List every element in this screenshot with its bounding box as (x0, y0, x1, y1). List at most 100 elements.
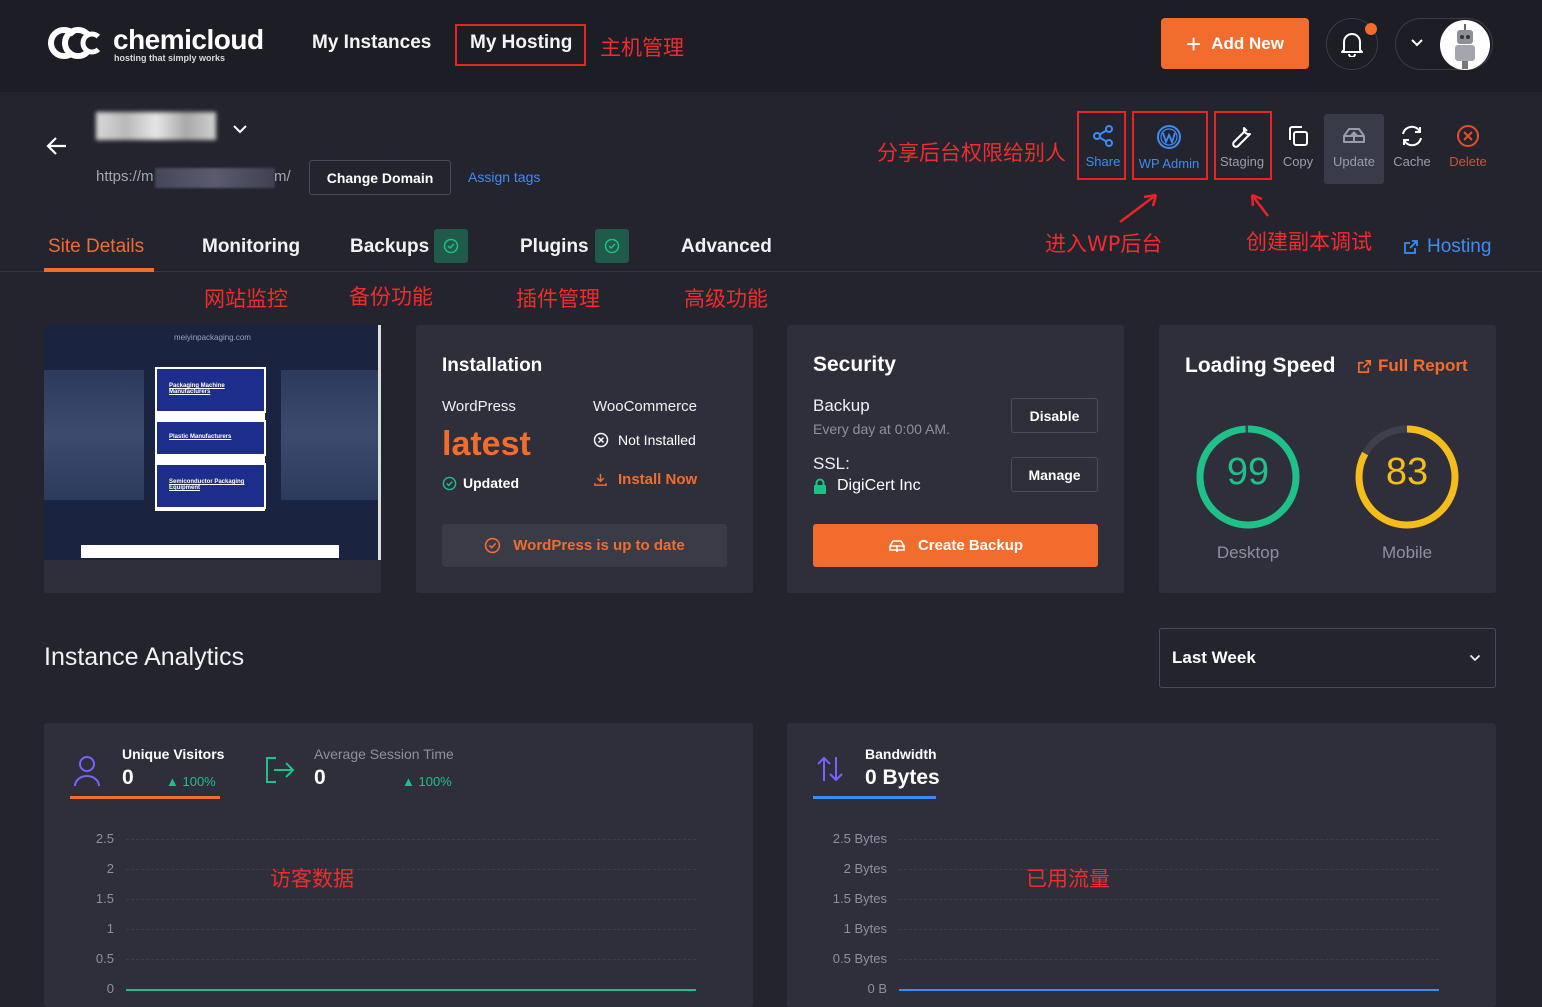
visitors-y-tick-label: 1 (106, 921, 114, 936)
preview-link: Packaging Machine Manufacturers (155, 367, 266, 413)
nav-my-hosting[interactable]: My Hosting (470, 32, 572, 54)
copy-icon (1289, 126, 1308, 146)
install-woocommerce-link[interactable]: Install Now (593, 471, 697, 488)
woocommerce-status-label: Not Installed (618, 432, 696, 448)
loading-speed-card: Loading Speed Full Report 99 Desktop 83 … (1159, 325, 1496, 593)
visitors-y-tick-label: 2.5 (95, 831, 114, 846)
cache-button[interactable]: Cache (1384, 114, 1440, 184)
site-url-suffix[interactable]: m/ (274, 168, 291, 185)
desktop-score: 99 (1226, 451, 1270, 493)
bandwidth-y-tick-label: 1.5 Bytes (832, 891, 887, 906)
assign-tags-link[interactable]: Assign tags (468, 169, 540, 185)
hosting-link[interactable]: Hosting (1403, 236, 1491, 258)
unique-visitors-label: Unique Visitors (122, 746, 225, 762)
woocommerce-label: WooCommerce (593, 398, 697, 415)
preview-link: Plastic Manufacturers (155, 420, 266, 456)
mobile-label: Mobile (1381, 543, 1433, 562)
disable-backup-button[interactable]: Disable (1011, 398, 1098, 433)
site-switcher-chevron-icon[interactable] (232, 122, 248, 140)
visitors-gridline (126, 959, 696, 960)
full-report-link[interactable]: Full Report (1357, 356, 1468, 376)
annotation-monitoring: 网站监控 (204, 287, 288, 311)
update-button[interactable]: Update (1324, 114, 1384, 184)
site-url-prefix[interactable]: https://m (96, 168, 154, 185)
tab-backups[interactable]: Backups (350, 236, 429, 258)
tabs-divider (0, 271, 1542, 272)
check-circle-icon (443, 238, 459, 254)
notification-dot (1365, 23, 1377, 35)
annotation-box-staging (1214, 111, 1272, 180)
account-menu-button[interactable] (1395, 18, 1493, 70)
wordpress-up-to-date-button[interactable]: WordPress is up to date (442, 524, 727, 567)
site-url-blurred (155, 168, 275, 188)
ssl-provider-label: DigiCert Inc (837, 477, 921, 494)
update-label: Update (1333, 154, 1375, 169)
bandwidth-gridline (899, 929, 1439, 930)
bell-icon (1341, 33, 1363, 57)
backup-label: Backup (813, 396, 870, 415)
tab-advanced[interactable]: Advanced (681, 236, 772, 258)
period-select[interactable]: Last Week (1159, 628, 1496, 688)
annotation-visitors: 访客数据 (270, 867, 354, 891)
bandwidth-gridline (899, 899, 1439, 900)
preview-scrollbar (378, 325, 381, 560)
tab-plugins[interactable]: Plugins (520, 236, 589, 258)
ssl-label: SSL: (813, 454, 850, 473)
x-circle-icon (593, 432, 609, 448)
annotation-advanced: 高级功能 (684, 287, 768, 311)
exit-icon (266, 757, 295, 783)
delete-label: Delete (1449, 154, 1487, 169)
copy-button[interactable]: Copy (1270, 114, 1326, 184)
change-domain-button[interactable]: Change Domain (309, 160, 451, 195)
site-preview-card[interactable]: meiyinpackaging.com Packaging Machine Ma… (44, 325, 381, 593)
create-backup-button[interactable]: Create Backup (813, 524, 1098, 567)
bandwidth-gridline (899, 839, 1439, 840)
add-new-button[interactable]: + Add New (1161, 18, 1309, 69)
visitors-y-tick-label: 2 (106, 861, 114, 876)
annotation-wp-admin: 进入WP后台 (1045, 232, 1163, 256)
robot-avatar-icon (1455, 24, 1475, 69)
brand-tagline: hosting that simply works (114, 53, 226, 63)
visitors-series-line (126, 989, 696, 991)
back-arrow-icon[interactable] (46, 136, 68, 161)
loading-speed-title: Loading Speed (1185, 354, 1336, 377)
desktop-label: Desktop (1216, 543, 1280, 562)
manage-ssl-button[interactable]: Manage (1011, 457, 1098, 492)
bandwidth-indicator (813, 796, 936, 799)
brand-name[interactable]: chemicloud (113, 24, 264, 56)
visitors-gridline (126, 839, 696, 840)
bandwidth-y-tick-label: 0 B (867, 981, 887, 996)
bandwidth-value: 0 Bytes (865, 766, 940, 789)
preview-footer-bar (81, 545, 339, 558)
active-tab-indicator (44, 268, 154, 272)
average-session-value: 0 (314, 766, 326, 789)
annotation-box-wp-admin (1132, 111, 1208, 180)
visitors-gridline (126, 869, 696, 870)
delete-button[interactable]: Delete (1440, 114, 1496, 184)
bandwidth-series-line (899, 989, 1439, 991)
bandwidth-gridline (899, 959, 1439, 960)
visitors-gridline (126, 899, 696, 900)
installation-title: Installation (442, 355, 543, 376)
nav-my-instances[interactable]: My Instances (312, 32, 431, 54)
download-icon (594, 473, 607, 486)
backups-status-badge (434, 229, 468, 263)
create-backup-label: Create Backup (917, 537, 1024, 554)
tab-monitoring[interactable]: Monitoring (202, 236, 300, 258)
user-avatar[interactable] (1440, 20, 1490, 70)
wordpress-status-label: Updated (463, 475, 519, 491)
bandwidth-y-tick-label: 1 Bytes (843, 921, 887, 936)
annotation-hosting-management: 主机管理 (600, 36, 684, 60)
chemicloud-logo-icon[interactable] (48, 20, 104, 66)
site-screenshot: meiyinpackaging.com Packaging Machine Ma… (44, 325, 381, 560)
transfer-arrows-icon (817, 756, 843, 782)
refresh-icon (1402, 125, 1422, 147)
cache-label: Cache (1393, 154, 1431, 169)
check-circle-icon (485, 537, 501, 554)
notifications-button[interactable] (1326, 18, 1378, 70)
bandwidth-chart: 2.5 Bytes 2 Bytes 1.5 Bytes 1 Bytes 0.5 Byte… (787, 823, 1496, 1007)
plugins-status-badge (595, 229, 629, 263)
check-circle-icon (604, 238, 620, 254)
annotation-box-share (1077, 111, 1126, 180)
tab-site-details[interactable]: Site Details (48, 236, 144, 258)
